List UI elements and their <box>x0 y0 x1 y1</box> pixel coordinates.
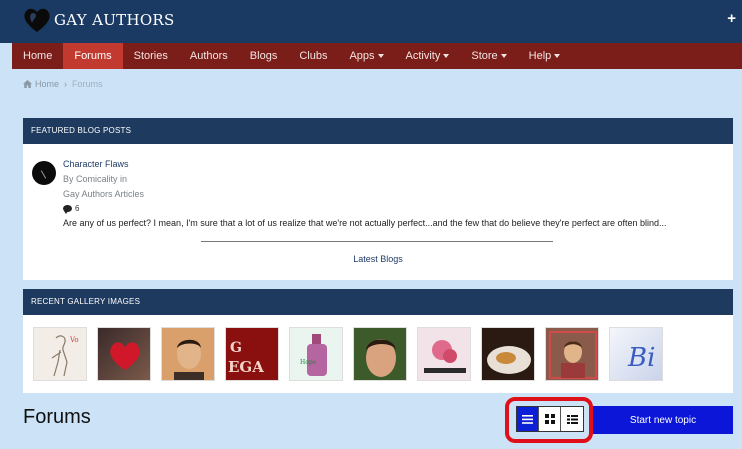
comment-count-value: 6 <box>75 204 80 213</box>
site-header: GAY AUTHORS + <box>0 0 742 43</box>
post-category[interactable]: Gay Authors Articles <box>63 189 144 199</box>
nav-stories[interactable]: Stories <box>123 43 179 69</box>
list-icon <box>522 414 533 424</box>
gallery-thumb-face-closeup[interactable] <box>353 327 407 381</box>
svg-text:Bi: Bi <box>627 343 655 373</box>
start-new-topic-button[interactable]: Start new topic <box>593 406 733 434</box>
breadcrumb-current: Forums <box>72 79 103 89</box>
nav-clubs[interactable]: Clubs <box>288 43 338 69</box>
nav-apps[interactable]: Apps <box>338 43 394 69</box>
home-icon <box>23 80 32 88</box>
gallery-thumb-sketch-figure[interactable]: Vo <box>33 327 87 381</box>
nav-authors[interactable]: Authors <box>179 43 239 69</box>
breadcrumb-separator: › <box>64 79 68 89</box>
gallery-heading: RECENT GALLERY IMAGES <box>23 289 733 315</box>
gallery-thumb-portrait-man[interactable] <box>161 327 215 381</box>
gallery-thumbnails: Vo G EGA Hope Bi <box>33 327 673 381</box>
divider <box>201 241 553 242</box>
plus-icon[interactable]: + <box>727 10 736 27</box>
gallery-thumb-bottle[interactable]: Hope <box>289 327 343 381</box>
gallery-thumb-ega-sign[interactable]: G EGA <box>225 327 279 381</box>
gallery-thumb-red-heart[interactable] <box>97 327 151 381</box>
view-list-button[interactable] <box>517 407 539 431</box>
heart-logo-icon <box>24 8 50 32</box>
svg-text:G: G <box>230 340 242 356</box>
view-mode-toggle <box>516 406 584 432</box>
main-nav: Home Forums Stories Authors Blogs Clubs … <box>12 43 742 69</box>
nav-store[interactable]: Store <box>460 43 517 69</box>
view-grid-button[interactable] <box>539 407 561 431</box>
caret-down-icon <box>377 54 384 59</box>
post-author: By Comicality in <box>63 174 128 184</box>
site-logo[interactable]: GAY AUTHORS <box>22 4 175 36</box>
gallery-thumb-portrait-boy[interactable] <box>545 327 599 381</box>
post-title-link[interactable]: Character Flaws <box>63 159 129 169</box>
post-excerpt: Are any of us perfect? I mean, I'm sure … <box>63 218 667 228</box>
logo-text: GAY AUTHORS <box>54 11 175 29</box>
gallery-thumb-pink-flowers[interactable] <box>417 327 471 381</box>
comment-count: 6 <box>63 204 80 214</box>
condensed-list-icon <box>566 414 578 424</box>
featured-blog-heading: FEATURED BLOG POSTS <box>23 118 733 144</box>
nav-help[interactable]: Help <box>518 43 572 69</box>
grid-icon <box>544 414 555 424</box>
caret-down-icon <box>554 54 561 59</box>
breadcrumb-home[interactable]: Home <box>35 79 59 89</box>
gallery-panel: RECENT GALLERY IMAGES Vo G EGA Hope Bi <box>23 289 733 393</box>
nav-home[interactable]: Home <box>12 43 63 69</box>
svg-text:EGA: EGA <box>228 358 264 376</box>
nav-blogs[interactable]: Blogs <box>239 43 289 69</box>
caret-down-icon <box>500 54 507 59</box>
page-title: Forums <box>23 406 91 428</box>
view-condensed-button[interactable] <box>561 407 583 431</box>
nav-forums[interactable]: Forums <box>63 43 123 69</box>
svg-text:Hope: Hope <box>300 359 317 366</box>
gallery-thumb-food-plate[interactable] <box>481 327 535 381</box>
breadcrumb: Home › Forums <box>23 79 103 89</box>
gallery-thumb-blue-text[interactable]: Bi <box>609 327 663 381</box>
author-avatar[interactable] <box>32 161 56 185</box>
comment-icon <box>63 205 72 214</box>
nav-activity[interactable]: Activity <box>395 43 461 69</box>
caret-down-icon <box>443 54 450 59</box>
svg-text:Vo: Vo <box>69 336 79 344</box>
featured-blog-panel: FEATURED BLOG POSTS Character Flaws By C… <box>23 118 733 280</box>
latest-blogs-link[interactable]: Latest Blogs <box>23 254 733 264</box>
